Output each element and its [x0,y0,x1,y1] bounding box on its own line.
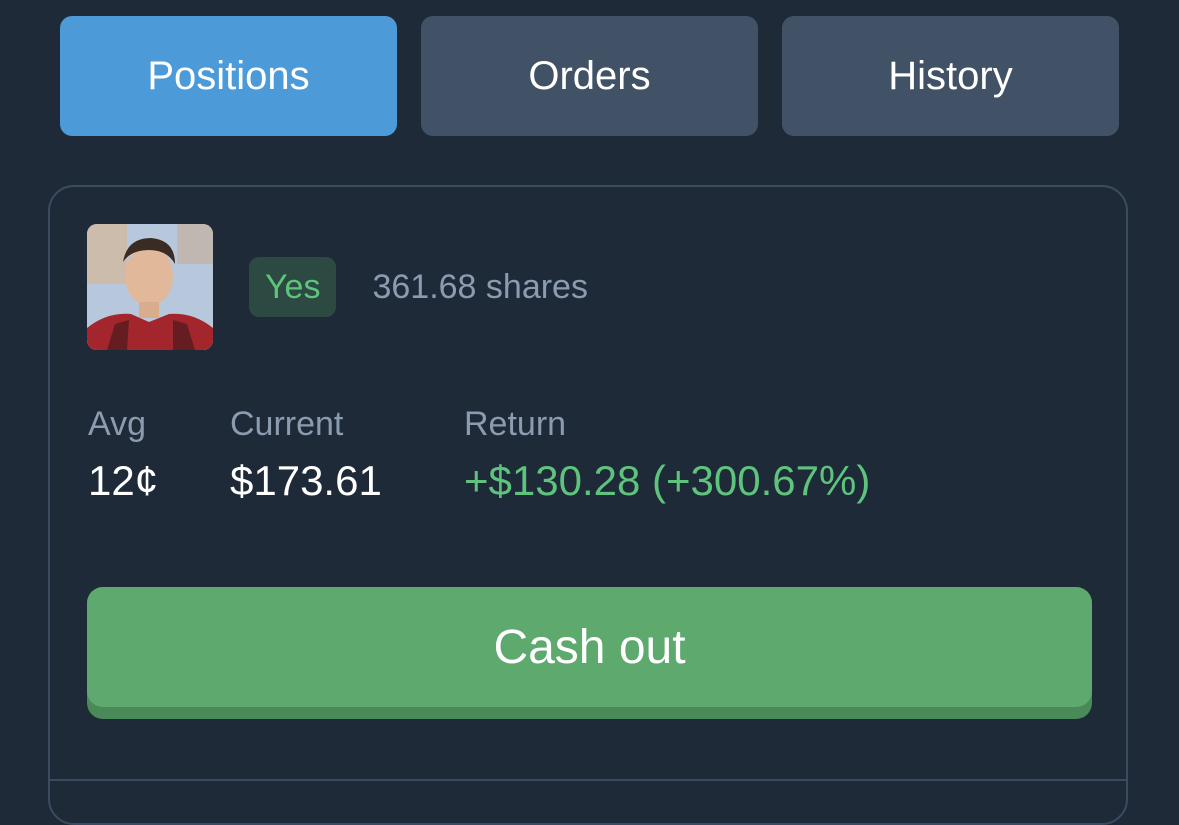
stat-return-value: +$130.28 (+300.67%) [464,457,871,504]
stat-avg-value: 12¢ [88,457,159,504]
cash-out-button[interactable]: Cash out [87,587,1092,719]
position-stats: Avg 12¢ Current $173.61 Return +$130.28 … [88,402,870,510]
stat-avg-label: Avg [88,405,146,443]
tab-positions[interactable]: Positions [60,16,397,136]
outcome-row: Yes 361.68 shares [249,257,588,317]
market-avatar[interactable] [87,224,213,350]
stat-return-label: Return [464,405,567,443]
position-card: Yes 361.68 shares Avg 12¢ Current $173.6… [48,185,1128,825]
tab-orders[interactable]: Orders [421,16,758,136]
shares-count: 361.68 shares [372,267,588,306]
outcome-badge: Yes [249,257,337,317]
stat-avg: Avg 12¢ [88,402,230,510]
cash-out-label: Cash out [87,587,1092,707]
avatar-image [87,224,213,350]
stat-current: Current $173.61 [230,402,464,510]
stat-return: Return +$130.28 (+300.67%) [464,402,870,510]
stat-current-value: $173.61 [230,457,382,504]
card-divider [50,779,1126,781]
tab-history[interactable]: History [782,16,1119,136]
stat-current-label: Current [230,405,344,443]
tab-bar: Positions Orders History [60,16,1119,136]
